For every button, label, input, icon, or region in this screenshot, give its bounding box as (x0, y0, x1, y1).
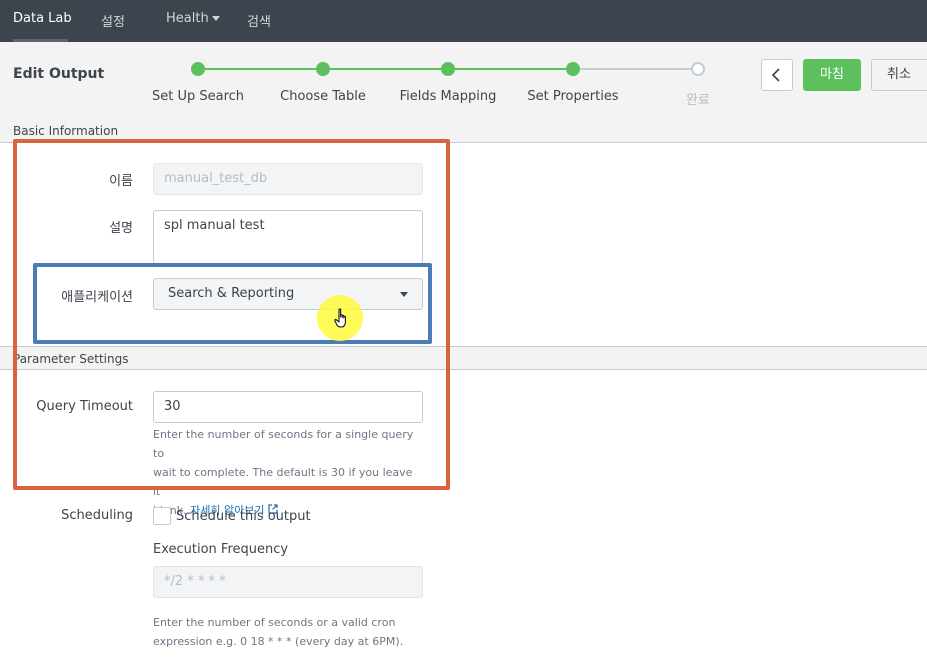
query-timeout-help-line: Enter the number of seconds for a single… (153, 428, 414, 460)
execution-frequency-label: Execution Frequency (153, 542, 289, 557)
page-title: Edit Output (13, 66, 105, 82)
finish-button[interactable]: 마침 (803, 59, 861, 91)
query-timeout-field[interactable]: 30 (153, 391, 423, 423)
application-select[interactable]: Search & Reporting (153, 278, 423, 310)
execution-frequency-help: Enter the number of seconds or a valid c… (153, 613, 423, 651)
nav-item-settings[interactable]: 설정 (101, 11, 125, 30)
step-label-set-properties: Set Properties (527, 89, 619, 104)
name-label: 이름 (109, 174, 133, 189)
step-dot-set-up-search (191, 62, 205, 76)
query-timeout-label: Query Timeout (36, 399, 133, 414)
caret-down-icon (211, 16, 220, 21)
back-button[interactable] (761, 59, 793, 91)
nav-item-search[interactable]: 검색 (247, 11, 271, 30)
section-header-parameter-settings: Parameter Settings (0, 346, 927, 370)
top-navigation-bar: Data Lab 설정 Health 검색 (0, 0, 927, 42)
cancel-button[interactable]: 취소 (871, 59, 927, 91)
step-dot-choose-table (316, 62, 330, 76)
step-label-choose-table: Choose Table (280, 89, 366, 104)
step-progress-line-pending (573, 68, 698, 70)
step-dot-fields-mapping (441, 62, 455, 76)
chevron-left-icon (771, 68, 780, 82)
step-label-fields-mapping: Fields Mapping (399, 89, 497, 104)
step-label-complete: 완료 (686, 93, 710, 108)
query-timeout-help: Enter the number of seconds for a single… (153, 425, 423, 520)
step-progress-line-complete (198, 68, 573, 70)
caret-down-icon (400, 292, 408, 297)
application-label: 애플리케이션 (61, 290, 133, 305)
name-field: manual_test_db (153, 163, 423, 195)
execution-frequency-help-line: Enter the number of seconds or a valid c… (153, 616, 396, 629)
step-dot-set-properties (566, 62, 580, 76)
section-header-basic-information: Basic Information (0, 119, 927, 143)
step-label-set-up-search: Set Up Search (151, 89, 245, 104)
nav-item-health[interactable]: Health (166, 11, 220, 26)
nav-item-health-label: Health (166, 11, 209, 26)
nav-item-data-lab[interactable]: Data Lab (13, 11, 72, 26)
execution-frequency-field: */2 * * * * (153, 566, 423, 598)
execution-frequency-help-line: expression e.g. 0 18 * * * (every day at… (153, 635, 404, 648)
schedule-checkbox[interactable] (153, 507, 171, 525)
description-field[interactable]: spl manual test (153, 210, 423, 264)
description-label: 설명 (109, 221, 133, 236)
schedule-checkbox-label[interactable]: Schedule this output (176, 509, 311, 524)
step-dot-complete (691, 62, 705, 76)
query-timeout-help-line: wait to complete. The default is 30 if y… (153, 466, 413, 498)
scheduling-label: Scheduling (61, 508, 133, 523)
hand-pointer-icon (334, 308, 346, 328)
application-select-value: Search & Reporting (168, 286, 295, 301)
